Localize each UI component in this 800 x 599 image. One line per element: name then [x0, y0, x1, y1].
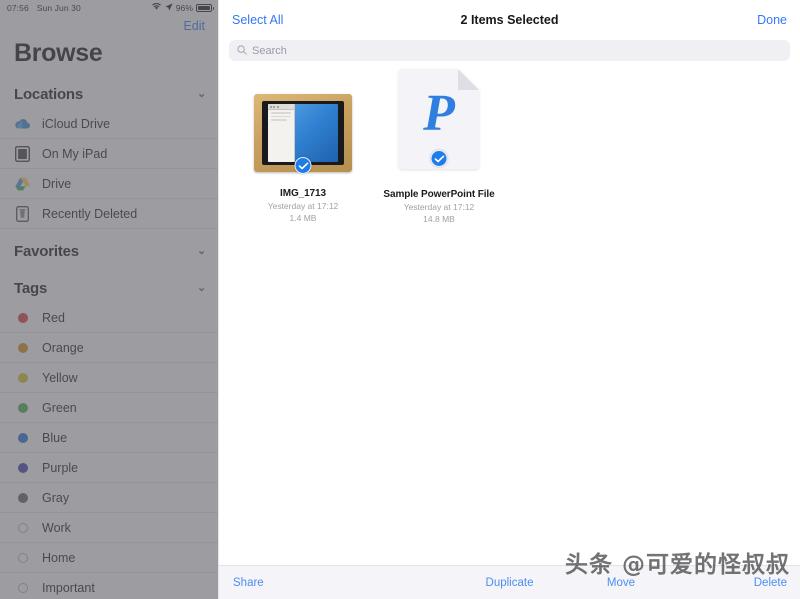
tag-dot-purple-icon [14, 459, 31, 476]
sidebar-item-label: Green [42, 400, 77, 415]
file-item-powerpoint[interactable]: P Sample PowerPoint File Yesterday at 17… [381, 69, 497, 224]
icloud-drive-icon [14, 115, 31, 132]
sidebar-section-favorites[interactable]: Favorites ⌄ [0, 229, 218, 266]
files-app-window: 07:56 Sun Jun 30 96% Edit Browse Locatio… [0, 0, 800, 599]
wifi-icon [151, 2, 162, 13]
section-header-label: Favorites [14, 243, 79, 260]
search-placeholder: Search [252, 44, 287, 57]
sidebar-tag-gray[interactable]: Gray [0, 483, 218, 513]
file-name: Sample PowerPoint File [383, 189, 495, 200]
google-drive-icon [14, 175, 31, 192]
ipad-icon [14, 145, 31, 162]
sidebar-section-locations[interactable]: Locations ⌄ [0, 80, 218, 109]
main-panel: Select All 2 Items Selected Done Search [218, 0, 800, 599]
tag-dot-yellow-icon [14, 369, 31, 386]
sidebar-item-drive[interactable]: Drive [0, 169, 218, 199]
tag-dot-orange-icon [14, 339, 31, 356]
status-bar-indicators: 96% [151, 2, 214, 13]
tag-dot-blue-icon [14, 429, 31, 446]
sidebar-item-label: Work [42, 520, 71, 535]
checkmark-circle-icon[interactable] [430, 150, 448, 167]
tag-ring-home-icon [14, 549, 31, 566]
sidebar-tag-red[interactable]: Red [0, 303, 218, 333]
duplicate-button[interactable]: Duplicate [486, 577, 534, 589]
section-header-label: Locations [14, 86, 84, 103]
select-all-button[interactable]: Select All [232, 13, 283, 27]
file-thumbnail[interactable] [251, 83, 356, 183]
sidebar-item-label: Important [42, 580, 95, 595]
edit-button[interactable]: Edit [183, 19, 205, 33]
sidebar-item-label: Drive [42, 176, 72, 191]
tag-ring-work-icon [14, 519, 31, 536]
chevron-down-icon[interactable]: ⌄ [197, 283, 206, 294]
sidebar-tag-work[interactable]: Work [0, 513, 218, 543]
tag-dot-red-icon [14, 309, 31, 326]
sidebar-item-recently-deleted[interactable]: Recently Deleted [0, 199, 218, 229]
file-name: IMG_1713 [280, 188, 326, 199]
sidebar-item-label: Home [42, 550, 76, 565]
sidebar: 07:56 Sun Jun 30 96% Edit Browse Locatio… [0, 0, 218, 599]
sidebar-edit-row: Edit [0, 15, 218, 37]
checkmark-circle-icon[interactable] [294, 157, 312, 174]
sidebar-tag-green[interactable]: Green [0, 393, 218, 423]
sidebar-item-label: Orange [42, 340, 84, 355]
search-input[interactable]: Search [229, 40, 790, 61]
sidebar-item-label: iCloud Drive [42, 116, 111, 131]
tag-ring-important-icon [14, 579, 31, 596]
sidebar-section-tags[interactable]: Tags ⌄ [0, 266, 218, 303]
sidebar-item-label: Blue [42, 430, 68, 445]
sidebar-item-label: Yellow [42, 370, 78, 385]
move-button[interactable]: Move [607, 577, 635, 589]
battery-percent: 96% [175, 2, 193, 13]
sidebar-tag-yellow[interactable]: Yellow [0, 363, 218, 393]
chevron-down-icon[interactable]: ⌄ [197, 89, 206, 100]
selection-count-title: 2 Items Selected [460, 13, 559, 27]
sidebar-tag-important[interactable]: Important [0, 573, 218, 599]
status-bar-time: 07:56 [7, 2, 29, 13]
location-arrow-icon [165, 2, 173, 13]
sidebar-item-label: Red [42, 310, 65, 325]
delete-button[interactable]: Delete [754, 577, 787, 589]
selection-toolbar: Select All 2 Items Selected Done [219, 0, 800, 40]
sidebar-item-label: Recently Deleted [42, 206, 138, 221]
file-thumbnail[interactable]: P [387, 69, 492, 184]
file-modified: Yesterday at 17:12 [403, 202, 475, 212]
done-button[interactable]: Done [757, 13, 787, 27]
sidebar-item-icloud-drive[interactable]: iCloud Drive [0, 109, 218, 139]
sidebar-tag-purple[interactable]: Purple [0, 453, 218, 483]
action-toolbar: Share Duplicate Move Delete [219, 565, 800, 599]
battery-icon [196, 3, 214, 12]
sidebar-tag-home[interactable]: Home [0, 543, 218, 573]
sidebar-item-label: Purple [42, 460, 79, 475]
section-header-label: Tags [14, 280, 48, 297]
tag-dot-green-icon [14, 399, 31, 416]
trash-icon [14, 205, 31, 222]
search-container: Search [219, 40, 800, 69]
share-button[interactable]: Share [233, 577, 264, 589]
page-title: Browse [14, 39, 103, 67]
file-size: 1.4 MB [289, 213, 317, 223]
file-modified: Yesterday at 17:12 [267, 201, 339, 211]
file-grid: IMG_1713 Yesterday at 17:12 1.4 MB P Sam… [219, 69, 800, 565]
status-bar-date: Sun Jun 30 [36, 2, 81, 13]
search-icon [237, 42, 247, 60]
sidebar-item-label: Gray [42, 490, 70, 505]
tag-dot-gray-icon [14, 489, 31, 506]
chevron-down-icon[interactable]: ⌄ [197, 246, 206, 257]
sidebar-tag-blue[interactable]: Blue [0, 423, 218, 453]
file-size: 14.8 MB [423, 214, 455, 224]
status-bar: 07:56 Sun Jun 30 96% [0, 0, 218, 15]
file-item-photo[interactable]: IMG_1713 Yesterday at 17:12 1.4 MB [245, 83, 361, 223]
sidebar-tag-orange[interactable]: Orange [0, 333, 218, 363]
sidebar-item-on-my-ipad[interactable]: On My iPad [0, 139, 218, 169]
sidebar-item-label: On My iPad [42, 146, 108, 161]
